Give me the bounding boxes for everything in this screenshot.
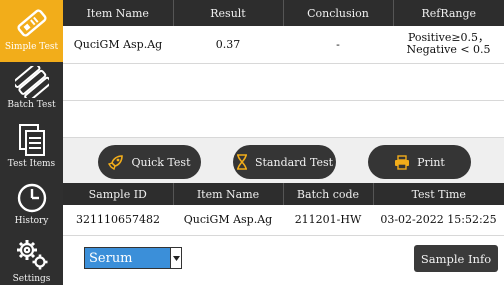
sidebar-item-batch-test[interactable]: Batch Test	[0, 66, 63, 120]
batch-strips-icon	[14, 66, 49, 98]
column-header-result[interactable]: Result	[173, 0, 284, 26]
print-label: Print	[417, 155, 445, 169]
sidebar-item-test-items[interactable]: Test Items	[0, 123, 63, 179]
table-row[interactable]: 321110657482 QuciGM Asp.Ag 211201-HW 03-…	[63, 205, 504, 236]
clock-icon	[17, 183, 46, 213]
cell-sample-id: 321110657482	[63, 205, 173, 236]
standard-test-button[interactable]: Standard Test	[233, 145, 336, 179]
hourglass-icon	[236, 154, 247, 170]
rocket-icon	[108, 155, 124, 170]
column-header-refrange[interactable]: RefRange	[393, 0, 504, 26]
results-table: Item Name Result Conclusion RefRange Quc…	[63, 0, 504, 137]
sidebar-item-label: Simple Test	[4, 42, 59, 52]
column-header-batch-code[interactable]: Batch code	[283, 183, 374, 205]
cell-item-name: QuciGM Asp.Ag	[63, 26, 173, 64]
cell-batch-code: 211201-HW	[283, 205, 373, 236]
action-bar: Quick Test Standard Test Print	[63, 137, 504, 183]
cell-item-name: QuciGM Asp.Ag	[173, 205, 283, 236]
sidebar-item-label: Batch Test	[7, 100, 56, 110]
sidebar-item-label: Test Items	[7, 159, 56, 169]
gears-icon	[16, 240, 47, 270]
print-button[interactable]: Print	[368, 145, 471, 179]
sidebar: Simple Test Batch Test Test Items Histor	[0, 0, 63, 285]
table-row	[63, 100, 504, 137]
sidebar-item-label: Settings	[12, 274, 51, 284]
document-list-icon	[18, 124, 45, 156]
results-header-row: Item Name Result Conclusion RefRange	[63, 0, 504, 26]
column-header-item-name[interactable]: Item Name	[63, 0, 174, 26]
standard-test-label: Standard Test	[254, 155, 334, 169]
column-header-item-name[interactable]: Item Name	[173, 183, 284, 205]
printer-icon	[395, 154, 410, 170]
refrange-negative: Negative < 0.5	[406, 43, 491, 57]
samples-table: Sample ID Item Name Batch code Test Time…	[63, 183, 504, 236]
samples-header-row: Sample ID Item Name Batch code Test Time	[63, 183, 504, 205]
sidebar-item-simple-test[interactable]: Simple Test	[0, 0, 63, 62]
column-header-conclusion[interactable]: Conclusion	[283, 0, 394, 26]
sidebar-item-label: History	[14, 216, 49, 226]
table-row	[63, 63, 504, 101]
table-row[interactable]: QuciGM Asp.Ag 0.37 - Positive≥0.5， Negat…	[63, 26, 504, 64]
cell-test-time: 03-02-2022 15:52:25	[373, 205, 504, 236]
cell-result: 0.37	[173, 26, 283, 64]
quick-test-button[interactable]: Quick Test	[98, 145, 201, 179]
sidebar-item-settings[interactable]: Settings	[0, 238, 63, 285]
sample-type-value: Serum	[89, 250, 133, 266]
sample-type-select[interactable]: Serum	[84, 247, 182, 269]
test-strip-icon	[16, 9, 47, 37]
sidebar-item-history[interactable]: History	[0, 182, 63, 236]
chevron-down-icon[interactable]	[170, 248, 181, 268]
sample-info-button[interactable]: Sample Info	[414, 245, 498, 272]
quick-test-label: Quick Test	[131, 155, 191, 169]
cell-refrange: Positive≥0.5， Negative < 0.5	[393, 26, 504, 64]
column-header-test-time[interactable]: Test Time	[373, 183, 504, 205]
cell-conclusion: -	[283, 26, 393, 64]
column-header-sample-id[interactable]: Sample ID	[63, 183, 174, 205]
